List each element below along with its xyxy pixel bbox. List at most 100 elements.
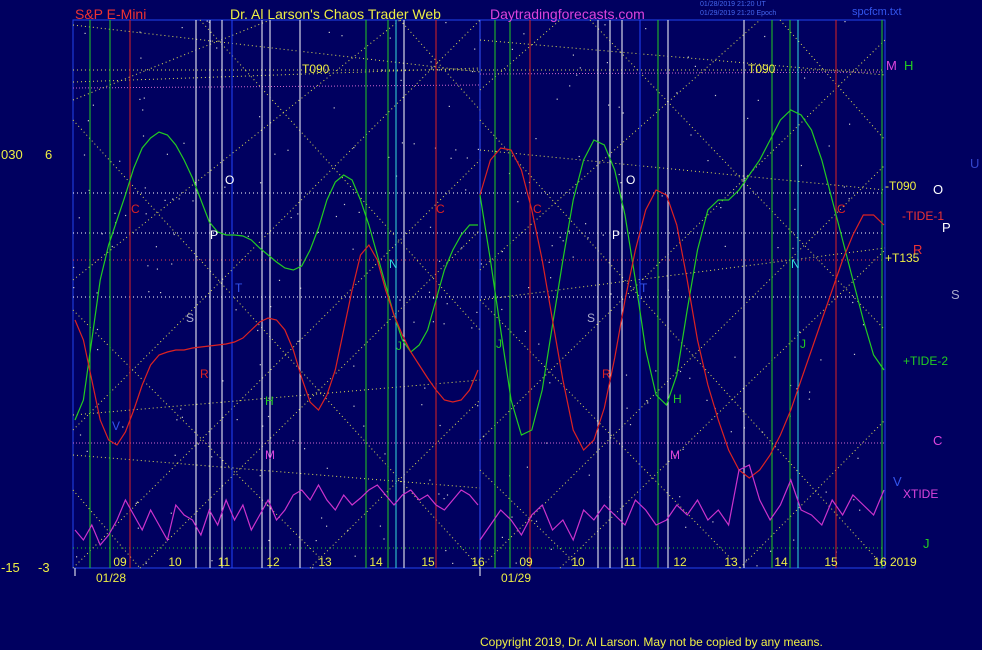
star-dot	[180, 408, 182, 410]
star-dot	[461, 247, 463, 249]
star-dot	[211, 456, 213, 458]
star-dot	[551, 245, 553, 247]
star-dot	[706, 399, 708, 401]
star-dot	[144, 187, 146, 189]
star-dot	[400, 79, 402, 81]
star-dot	[690, 134, 692, 136]
star-dot	[689, 377, 691, 379]
star-dot	[859, 509, 861, 511]
star-dot	[446, 303, 448, 305]
star-dot	[471, 327, 473, 329]
x-tick-label: 16	[873, 555, 887, 569]
annotation-label: P	[210, 228, 218, 242]
star-dot	[97, 349, 99, 351]
grid-diagonal	[72, 119, 481, 569]
star-dot	[343, 203, 346, 206]
left-axis-top-a: 030	[1, 147, 23, 162]
star-dot	[290, 217, 292, 219]
star-dot	[267, 415, 270, 418]
grid-diagonal	[479, 164, 886, 569]
star-dot	[432, 321, 434, 323]
star-dot	[413, 143, 415, 145]
star-dot	[572, 256, 574, 258]
star-dot	[820, 359, 822, 361]
star-dot	[172, 198, 174, 200]
star-dot	[618, 106, 620, 108]
star-dot	[602, 234, 604, 236]
annotation-label: N	[791, 257, 800, 271]
star-dot	[466, 157, 468, 159]
star-dot	[549, 382, 551, 384]
annotation-label: J	[396, 339, 402, 353]
star-dot	[216, 47, 218, 49]
star-dot	[579, 67, 581, 69]
star-dot	[526, 466, 528, 468]
annotation-label: M	[265, 448, 275, 462]
star-dot	[197, 443, 199, 445]
star-dot	[720, 207, 722, 209]
star-dot	[445, 22, 447, 24]
x-tick-label: 14	[369, 555, 383, 569]
star-dot	[341, 35, 343, 37]
star-dot	[354, 555, 356, 557]
star-dot	[756, 565, 758, 567]
annotation-label: C	[533, 202, 542, 216]
annotation-label: R	[200, 367, 209, 381]
star-dot	[587, 237, 589, 239]
star-dot	[413, 321, 415, 323]
star-dot	[171, 263, 173, 265]
copyright-text: Copyright 2019, Dr. Al Larson. May not b…	[480, 635, 823, 649]
star-dot	[111, 245, 113, 248]
star-dot	[429, 479, 431, 481]
annotation-label: T090	[748, 62, 776, 76]
star-dot	[268, 539, 270, 542]
star-dot	[170, 512, 172, 514]
star-dot	[278, 279, 281, 281]
reference-line-m	[72, 84, 481, 89]
star-dot	[137, 527, 139, 529]
annotation-label: C	[837, 202, 846, 216]
star-dot	[326, 525, 328, 527]
star-dot	[538, 343, 540, 345]
star-dot	[647, 402, 649, 404]
left-axis-bottom-a: -15	[1, 560, 20, 575]
star-dot	[620, 182, 622, 184]
star-dot	[79, 434, 82, 436]
annotation-label: P	[612, 228, 620, 242]
star-dot	[78, 217, 80, 219]
star-dot	[297, 213, 299, 215]
star-dot	[92, 104, 94, 106]
x-tick-label: 13	[724, 555, 738, 569]
right-label-tide2: +TIDE-2	[903, 354, 949, 368]
star-dot	[562, 240, 564, 242]
star-dot	[730, 431, 732, 433]
star-dot	[625, 374, 628, 376]
star-dot	[622, 112, 624, 114]
annotation-label: N	[389, 257, 398, 271]
star-dot	[559, 236, 561, 238]
star-dot	[588, 474, 590, 476]
star-dot	[808, 398, 810, 400]
star-dot	[83, 154, 86, 156]
star-dot	[287, 149, 289, 151]
right-label-v: V	[893, 474, 902, 489]
star-dot	[260, 182, 262, 184]
star-dot	[383, 538, 385, 540]
star-dot	[259, 475, 261, 477]
star-dot	[86, 450, 88, 452]
star-dot	[452, 562, 454, 564]
star-dot	[764, 35, 766, 38]
star-dot	[236, 419, 238, 421]
star-dot	[335, 215, 337, 218]
star-dot	[455, 149, 457, 151]
star-dot	[849, 123, 851, 125]
annotation-label: J	[496, 337, 502, 351]
star-dot	[235, 309, 237, 311]
annotation-label: C	[436, 202, 445, 216]
star-dot	[568, 230, 570, 232]
annotation-label: M	[670, 448, 680, 462]
star-dot	[446, 494, 449, 496]
annotation-label: H	[265, 394, 274, 408]
site-link[interactable]: Daytradingforecasts.com	[490, 7, 645, 21]
star-dot	[76, 556, 78, 558]
